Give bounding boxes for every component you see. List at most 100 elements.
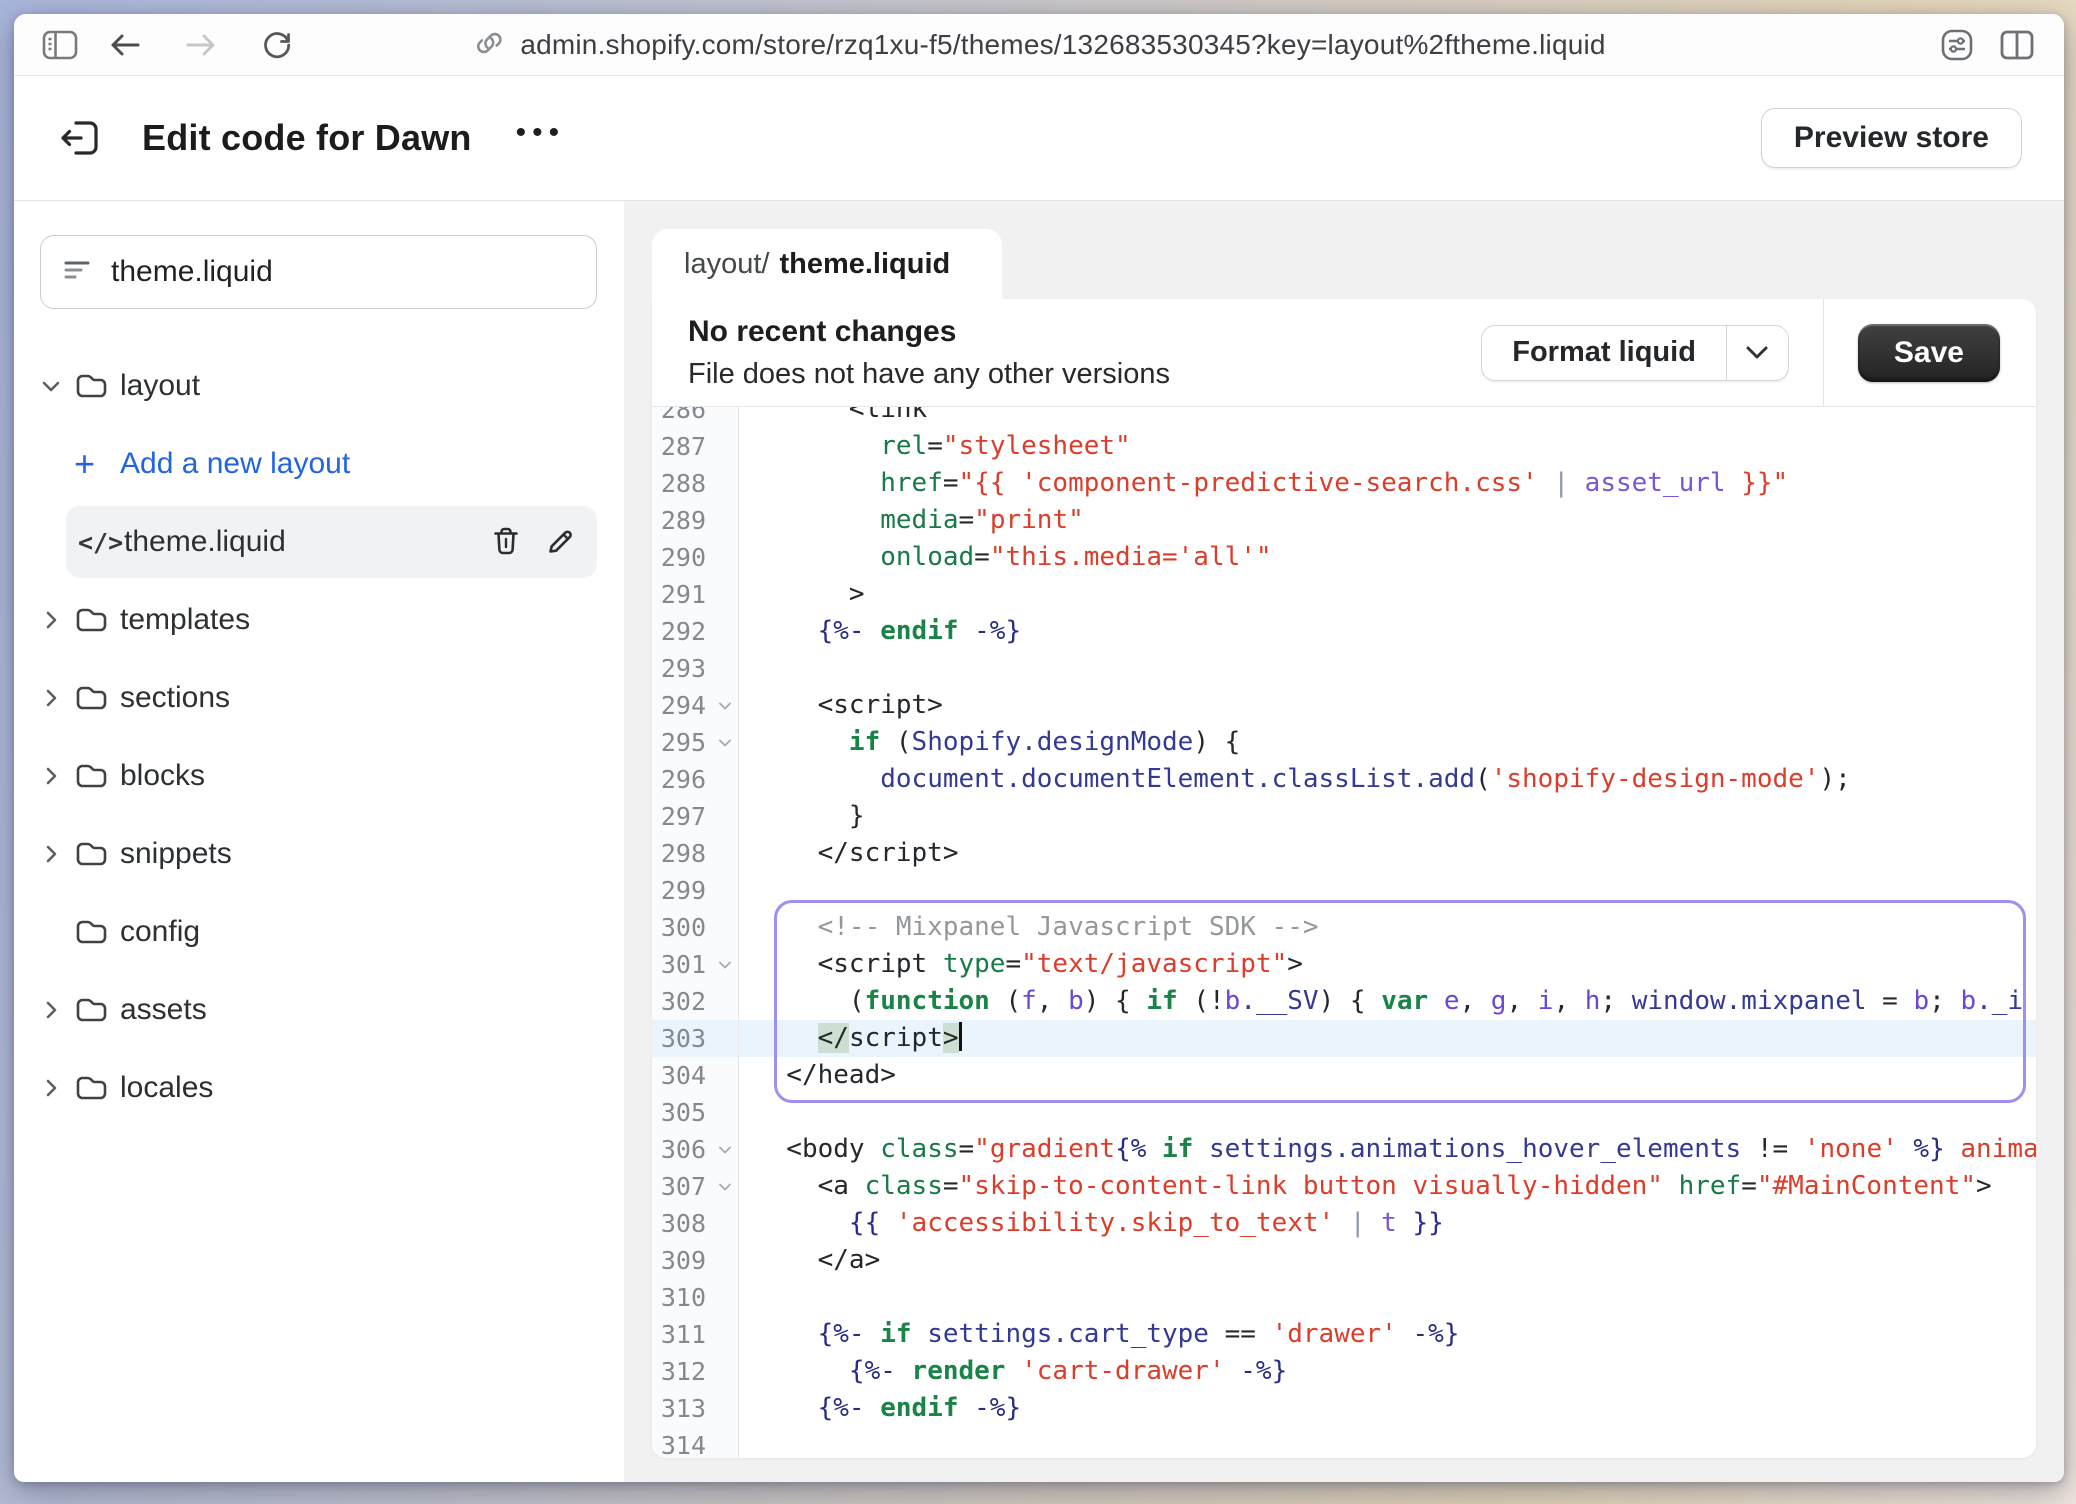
code-text[interactable]: <script> (739, 687, 2036, 724)
code-text[interactable]: href="{{ 'component-predictive-search.cs… (739, 465, 2036, 502)
sidebar-item-assets[interactable]: assets (40, 971, 597, 1049)
code-text[interactable]: {%- endif -%} (739, 613, 2036, 650)
sidebar-add-layout[interactable]: +Add a new layout (40, 425, 597, 503)
line-number: 296 (652, 765, 712, 794)
chevron-right-icon[interactable] (40, 843, 74, 865)
code-text[interactable]: <link (739, 407, 2036, 428)
code-text[interactable]: <!-- Mixpanel Javascript SDK --> (739, 909, 2036, 946)
sidebar-toggle-icon[interactable] (38, 22, 84, 68)
code-text[interactable]: > (739, 576, 2036, 613)
fold-chevron-icon[interactable] (712, 698, 738, 714)
line-number: 300 (652, 913, 712, 942)
code-text[interactable]: {{ 'accessibility.skip_to_text' | t }} (739, 1205, 2036, 1242)
fold-chevron-icon[interactable] (712, 1179, 738, 1195)
code-line-298: 298 </script> (652, 835, 2036, 872)
code-line-305: 305 (652, 1094, 2036, 1131)
file-search-input[interactable] (111, 255, 574, 289)
code-text[interactable]: </head> (739, 1057, 2036, 1094)
page-settings-icon[interactable] (1934, 22, 1980, 68)
chevron-right-icon[interactable] (40, 999, 74, 1021)
code-line-291: 291 > (652, 576, 2036, 613)
code-text[interactable]: (function (f, b) { if (!b.__SV) { var e,… (739, 983, 2036, 1020)
code-text[interactable]: <script type="text/javascript"> (739, 946, 2036, 983)
code-line-289: 289 media="print" (652, 502, 2036, 539)
code-text[interactable]: {%- endif -%} (739, 1390, 2036, 1427)
code-text[interactable]: <body class="gradient{% if settings.anim… (739, 1131, 2036, 1168)
line-number: 307 (652, 1172, 712, 1201)
browser-window: admin.shopify.com/store/rzq1xu-f5/themes… (14, 14, 2064, 1482)
code-text[interactable]: media="print" (739, 502, 2036, 539)
code-text[interactable]: if (Shopify.designMode) { (739, 724, 2036, 761)
line-number: 288 (652, 469, 712, 498)
folder-icon (74, 839, 120, 869)
back-icon[interactable] (102, 22, 148, 68)
forward-icon[interactable] (178, 22, 224, 68)
code-line-300: 300 <!-- Mixpanel Javascript SDK --> (652, 909, 2036, 946)
code-text[interactable]: document.documentElement.classList.add('… (739, 761, 2036, 798)
chevron-right-icon[interactable] (40, 609, 74, 631)
code-text[interactable]: <a class="skip-to-content-link button vi… (739, 1168, 2036, 1205)
line-number: 303 (652, 1024, 712, 1053)
url-text[interactable]: admin.shopify.com/store/rzq1xu-f5/themes… (520, 29, 1605, 61)
sidebar-item-templates[interactable]: templates (40, 581, 597, 659)
line-number: 311 (652, 1320, 712, 1349)
code-line-310: 310 (652, 1279, 2036, 1316)
sidebar-item-locales[interactable]: locales (40, 1049, 597, 1127)
line-number: 312 (652, 1357, 712, 1386)
exit-icon[interactable] (56, 116, 104, 160)
fold-chevron-icon[interactable] (712, 957, 738, 973)
code-text[interactable]: } (739, 798, 2036, 835)
code-line-295: 295 if (Shopify.designMode) { (652, 724, 2036, 761)
code-text[interactable]: </a> (739, 1242, 2036, 1279)
sidebar-item-sections[interactable]: sections (40, 659, 597, 737)
code-line-306: 306 <body class="gradient{% if settings.… (652, 1131, 2036, 1168)
pencil-icon[interactable] (543, 525, 577, 559)
code-line-299: 299 (652, 872, 2036, 909)
sidebar-item-blocks[interactable]: blocks (40, 737, 597, 815)
line-number: 309 (652, 1246, 712, 1275)
code-line-296: 296 document.documentElement.classList.a… (652, 761, 2036, 798)
reload-icon[interactable] (254, 22, 300, 68)
overflow-menu-icon[interactable]: ••• (516, 118, 566, 158)
code-line-292: 292 {%- endif -%} (652, 613, 2036, 650)
tab-theme-liquid[interactable]: layout/theme.liquid (652, 229, 1002, 299)
chevron-right-icon[interactable] (40, 1077, 74, 1099)
chevron-down-icon[interactable] (1726, 326, 1788, 380)
code-text[interactable]: {%- if settings.cart_type == 'drawer' -%… (739, 1316, 2036, 1353)
file-search-box[interactable] (40, 235, 597, 309)
chevron-right-icon[interactable] (40, 765, 74, 787)
file-sidebar: layout+Add a new layout</>theme.liquidte… (14, 201, 624, 1482)
code-text[interactable]: {%- render 'cart-drawer' -%} (739, 1353, 2036, 1390)
split-view-icon[interactable] (1994, 22, 2040, 68)
line-number: 302 (652, 987, 712, 1016)
page-title: Edit code for Dawn (142, 117, 472, 159)
code-line-304: 304 </head> (652, 1057, 2036, 1094)
line-number: 301 (652, 950, 712, 979)
trash-icon[interactable] (489, 525, 523, 559)
sidebar-item-theme-liquid[interactable]: </>theme.liquid (66, 506, 597, 578)
sidebar-item-snippets[interactable]: snippets (40, 815, 597, 893)
code-editor[interactable]: 286 <link 287 rel="stylesheet" 288 href="{… (652, 407, 2036, 1458)
sidebar-item-config[interactable]: config (40, 893, 597, 971)
chevron-down-icon[interactable] (40, 375, 74, 397)
code-text[interactable]: rel="stylesheet" (739, 428, 2036, 465)
chevron-right-icon[interactable] (40, 687, 74, 709)
folder-icon (74, 683, 120, 713)
filter-icon (63, 257, 93, 288)
code-text[interactable]: </script> (739, 1020, 2036, 1057)
code-text[interactable]: </script> (739, 835, 2036, 872)
plus-icon: + (74, 446, 120, 482)
code-line-312: 312 {%- render 'cart-drawer' -%} (652, 1353, 2036, 1390)
line-number: 287 (652, 432, 712, 461)
code-text[interactable]: onload="this.media='all'" (739, 539, 2036, 576)
save-button[interactable]: Save (1858, 324, 2000, 382)
sidebar-item-layout[interactable]: layout (40, 347, 597, 425)
format-liquid-button[interactable]: Format liquid (1481, 325, 1789, 381)
file-tree: layout+Add a new layout</>theme.liquidte… (40, 347, 597, 1127)
fold-chevron-icon[interactable] (712, 735, 738, 751)
preview-store-button[interactable]: Preview store (1761, 108, 2022, 168)
fold-chevron-icon[interactable] (712, 1142, 738, 1158)
folder-icon (74, 605, 120, 635)
browser-toolbar: admin.shopify.com/store/rzq1xu-f5/themes… (14, 14, 2064, 76)
line-number: 286 (652, 407, 712, 424)
